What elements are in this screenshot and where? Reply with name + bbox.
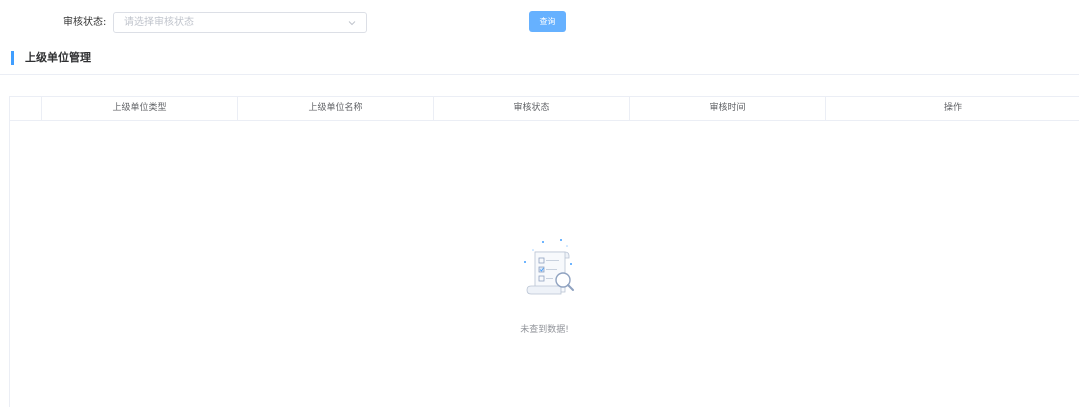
column-header-unit-type: 上级单位类型 (42, 97, 238, 120)
section-title: 上级单位管理 (25, 51, 91, 64)
search-button[interactable]: 查询 (529, 11, 566, 32)
table-empty-state: 未查到数据! (10, 121, 1079, 407)
table-header: 上级单位类型 上级单位名称 审核状态 审核时间 操作 (10, 97, 1079, 121)
section-accent-bar (11, 51, 14, 65)
column-header-audit-time: 审核时间 (630, 97, 826, 120)
section-divider (0, 74, 1079, 75)
audit-status-label: 审核状态: (63, 17, 107, 28)
column-header-audit-status: 审核状态 (434, 97, 630, 120)
superior-unit-table: 上级单位类型 上级单位名称 审核状态 审核时间 操作 未查到数据! (9, 96, 1079, 407)
column-header-selection (10, 97, 42, 120)
audit-status-select[interactable]: 请选择审核状态 (113, 12, 367, 33)
page: 审核状态: 请选择审核状态 查询 上级单位管理 上级单位类型 上级单位名称 审核… (0, 0, 1079, 407)
empty-document-search-icon (524, 239, 574, 295)
chevron-down-icon (348, 21, 356, 26)
audit-status-placeholder: 请选择审核状态 (124, 17, 194, 28)
column-header-unit-name: 上级单位名称 (238, 97, 434, 120)
column-header-actions: 操作 (943, 103, 962, 113)
empty-state-text: 未查到数据! (520, 325, 569, 335)
